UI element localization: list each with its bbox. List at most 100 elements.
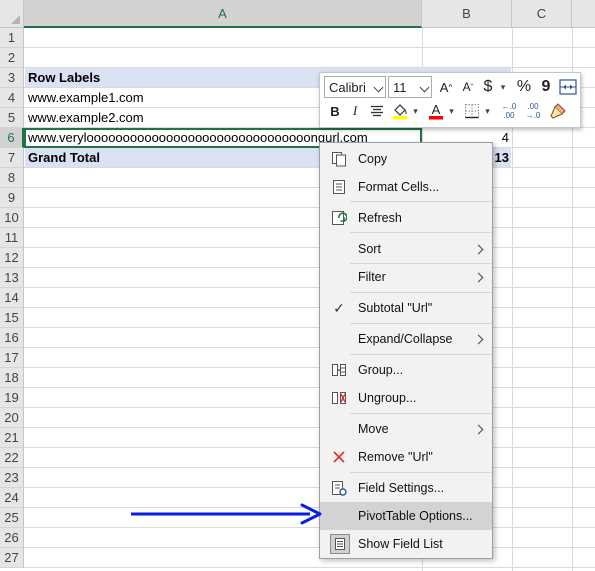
row-header[interactable]: 7 bbox=[0, 148, 24, 168]
menu-item-pivottable-options[interactable]: PivotTable Options... bbox=[320, 502, 492, 530]
font-color-icon: A bbox=[429, 102, 443, 120]
menu-separator bbox=[350, 472, 492, 473]
row-header[interactable]: 21 bbox=[0, 428, 24, 448]
menu-item-ungroup[interactable]: Ungroup... bbox=[320, 384, 492, 412]
gridline bbox=[24, 347, 595, 348]
shrink-font-icon: A bbox=[462, 80, 471, 94]
align-center-button[interactable] bbox=[368, 100, 386, 122]
menu-separator bbox=[350, 292, 492, 293]
group-icon bbox=[330, 361, 348, 379]
menu-item-filter[interactable]: Filter bbox=[320, 263, 492, 291]
pivot-item[interactable]: www.example1.com bbox=[28, 88, 144, 108]
font-size-dropdown[interactable]: 11 bbox=[388, 76, 432, 98]
row-header[interactable]: 4 bbox=[0, 88, 24, 108]
font-name-dropdown[interactable]: Calibri bbox=[324, 76, 386, 98]
menu-item-subtotal[interactable]: ✓ Subtotal "Url" bbox=[320, 294, 492, 322]
row-header[interactable]: 9 bbox=[0, 188, 24, 208]
bold-icon: B bbox=[330, 103, 340, 119]
select-all-corner[interactable] bbox=[0, 0, 24, 28]
refresh-icon bbox=[330, 209, 348, 227]
menu-item-expand-collapse[interactable]: Expand/Collapse bbox=[320, 325, 492, 353]
comma-style-button[interactable]: 9 bbox=[538, 76, 554, 98]
pivot-row-labels-header[interactable]: Row Labels bbox=[28, 68, 100, 88]
field-settings-icon bbox=[330, 479, 348, 497]
menu-item-format-cells[interactable]: Format Cells... bbox=[320, 173, 492, 201]
currency-icon: $ bbox=[483, 78, 493, 95]
row-header-active[interactable]: 6 bbox=[0, 128, 24, 148]
column-header-a[interactable]: A bbox=[24, 0, 422, 28]
fill-color-dropdown[interactable]: ▾ bbox=[411, 100, 420, 122]
menu-item-move[interactable]: Move bbox=[320, 415, 492, 443]
menu-item-sort[interactable]: Sort bbox=[320, 235, 492, 263]
field-list-icon bbox=[330, 534, 350, 554]
pivot-grand-total-label[interactable]: Grand Total bbox=[28, 148, 100, 168]
menu-item-label: Copy bbox=[358, 152, 388, 166]
row-header[interactable]: 3 bbox=[0, 68, 24, 88]
format-painter-button[interactable] bbox=[548, 100, 568, 122]
row-header[interactable]: 25 bbox=[0, 508, 24, 528]
accounting-format-dropdown[interactable]: ▾ bbox=[498, 76, 508, 98]
menu-item-label: Remove "Url" bbox=[358, 450, 433, 464]
decrease-decimal-button[interactable]: .00 →.0 bbox=[522, 100, 544, 122]
accounting-format-button[interactable]: $ bbox=[480, 76, 496, 98]
column-header-b[interactable]: B bbox=[422, 0, 512, 28]
row-header[interactable]: 26 bbox=[0, 528, 24, 548]
gridline bbox=[24, 167, 595, 168]
percent-style-button[interactable]: % bbox=[514, 76, 534, 98]
menu-item-label: Field Settings... bbox=[358, 481, 445, 495]
decrease-decimal-icon: .00 bbox=[527, 102, 539, 111]
borders-dropdown[interactable]: ▾ bbox=[483, 100, 492, 122]
font-color-dropdown[interactable]: ▾ bbox=[447, 100, 456, 122]
gridline bbox=[24, 527, 595, 528]
menu-separator bbox=[350, 413, 492, 414]
decrease-font-size-button[interactable]: Aˇ bbox=[458, 76, 478, 98]
align-center-icon bbox=[371, 105, 383, 117]
gridline bbox=[24, 367, 595, 368]
italic-button[interactable]: I bbox=[346, 100, 364, 122]
menu-item-show-field-list[interactable]: Show Field List bbox=[320, 530, 492, 558]
paint-bucket-icon bbox=[393, 104, 407, 120]
bold-button[interactable]: B bbox=[326, 100, 344, 122]
menu-item-remove[interactable]: Remove "Url" bbox=[320, 443, 492, 471]
increase-font-size-button[interactable]: A ^ bbox=[436, 76, 456, 98]
row-header[interactable]: 27 bbox=[0, 548, 24, 568]
row-header[interactable]: 24 bbox=[0, 488, 24, 508]
gridline bbox=[24, 327, 595, 328]
pivot-item[interactable]: www.example2.com bbox=[28, 108, 144, 128]
row-header[interactable]: 23 bbox=[0, 468, 24, 488]
menu-item-group[interactable]: Group... bbox=[320, 356, 492, 384]
row-header[interactable]: 5 bbox=[0, 108, 24, 128]
row-header[interactable]: 13 bbox=[0, 268, 24, 288]
column-header-c[interactable]: C bbox=[512, 0, 572, 28]
row-header[interactable]: 10 bbox=[0, 208, 24, 228]
increase-decimal-button[interactable]: ←.0 .00 bbox=[498, 100, 520, 122]
row-header[interactable]: 18 bbox=[0, 368, 24, 388]
borders-button[interactable] bbox=[462, 100, 482, 122]
row-header[interactable]: 16 bbox=[0, 328, 24, 348]
checkmark-icon: ✓ bbox=[333, 299, 345, 316]
annotation-arrow-icon bbox=[131, 503, 322, 525]
row-header[interactable]: 17 bbox=[0, 348, 24, 368]
fill-color-button[interactable] bbox=[390, 100, 410, 122]
row-header[interactable]: 15 bbox=[0, 308, 24, 328]
row-header[interactable]: 12 bbox=[0, 248, 24, 268]
row-header[interactable]: 22 bbox=[0, 448, 24, 468]
row-header[interactable]: 2 bbox=[0, 48, 24, 68]
column-header-d-partial[interactable] bbox=[572, 0, 595, 28]
menu-separator bbox=[350, 201, 492, 202]
menu-item-refresh[interactable]: Refresh bbox=[320, 204, 492, 232]
gridline bbox=[24, 267, 595, 268]
row-header[interactable]: 19 bbox=[0, 388, 24, 408]
row-header[interactable]: 14 bbox=[0, 288, 24, 308]
row-header[interactable]: 11 bbox=[0, 228, 24, 248]
menu-item-field-settings[interactable]: Field Settings... bbox=[320, 474, 492, 502]
row-header[interactable]: 20 bbox=[0, 408, 24, 428]
font-color-button[interactable]: A bbox=[426, 100, 446, 122]
menu-separator bbox=[350, 232, 492, 233]
menu-item-label: Expand/Collapse bbox=[358, 332, 453, 346]
row-header[interactable]: 8 bbox=[0, 168, 24, 188]
row-header[interactable]: 1 bbox=[0, 28, 24, 48]
grow-font-icon: A bbox=[439, 79, 449, 95]
wrap-merge-button[interactable] bbox=[558, 76, 578, 98]
menu-item-copy[interactable]: Copy bbox=[320, 145, 492, 173]
